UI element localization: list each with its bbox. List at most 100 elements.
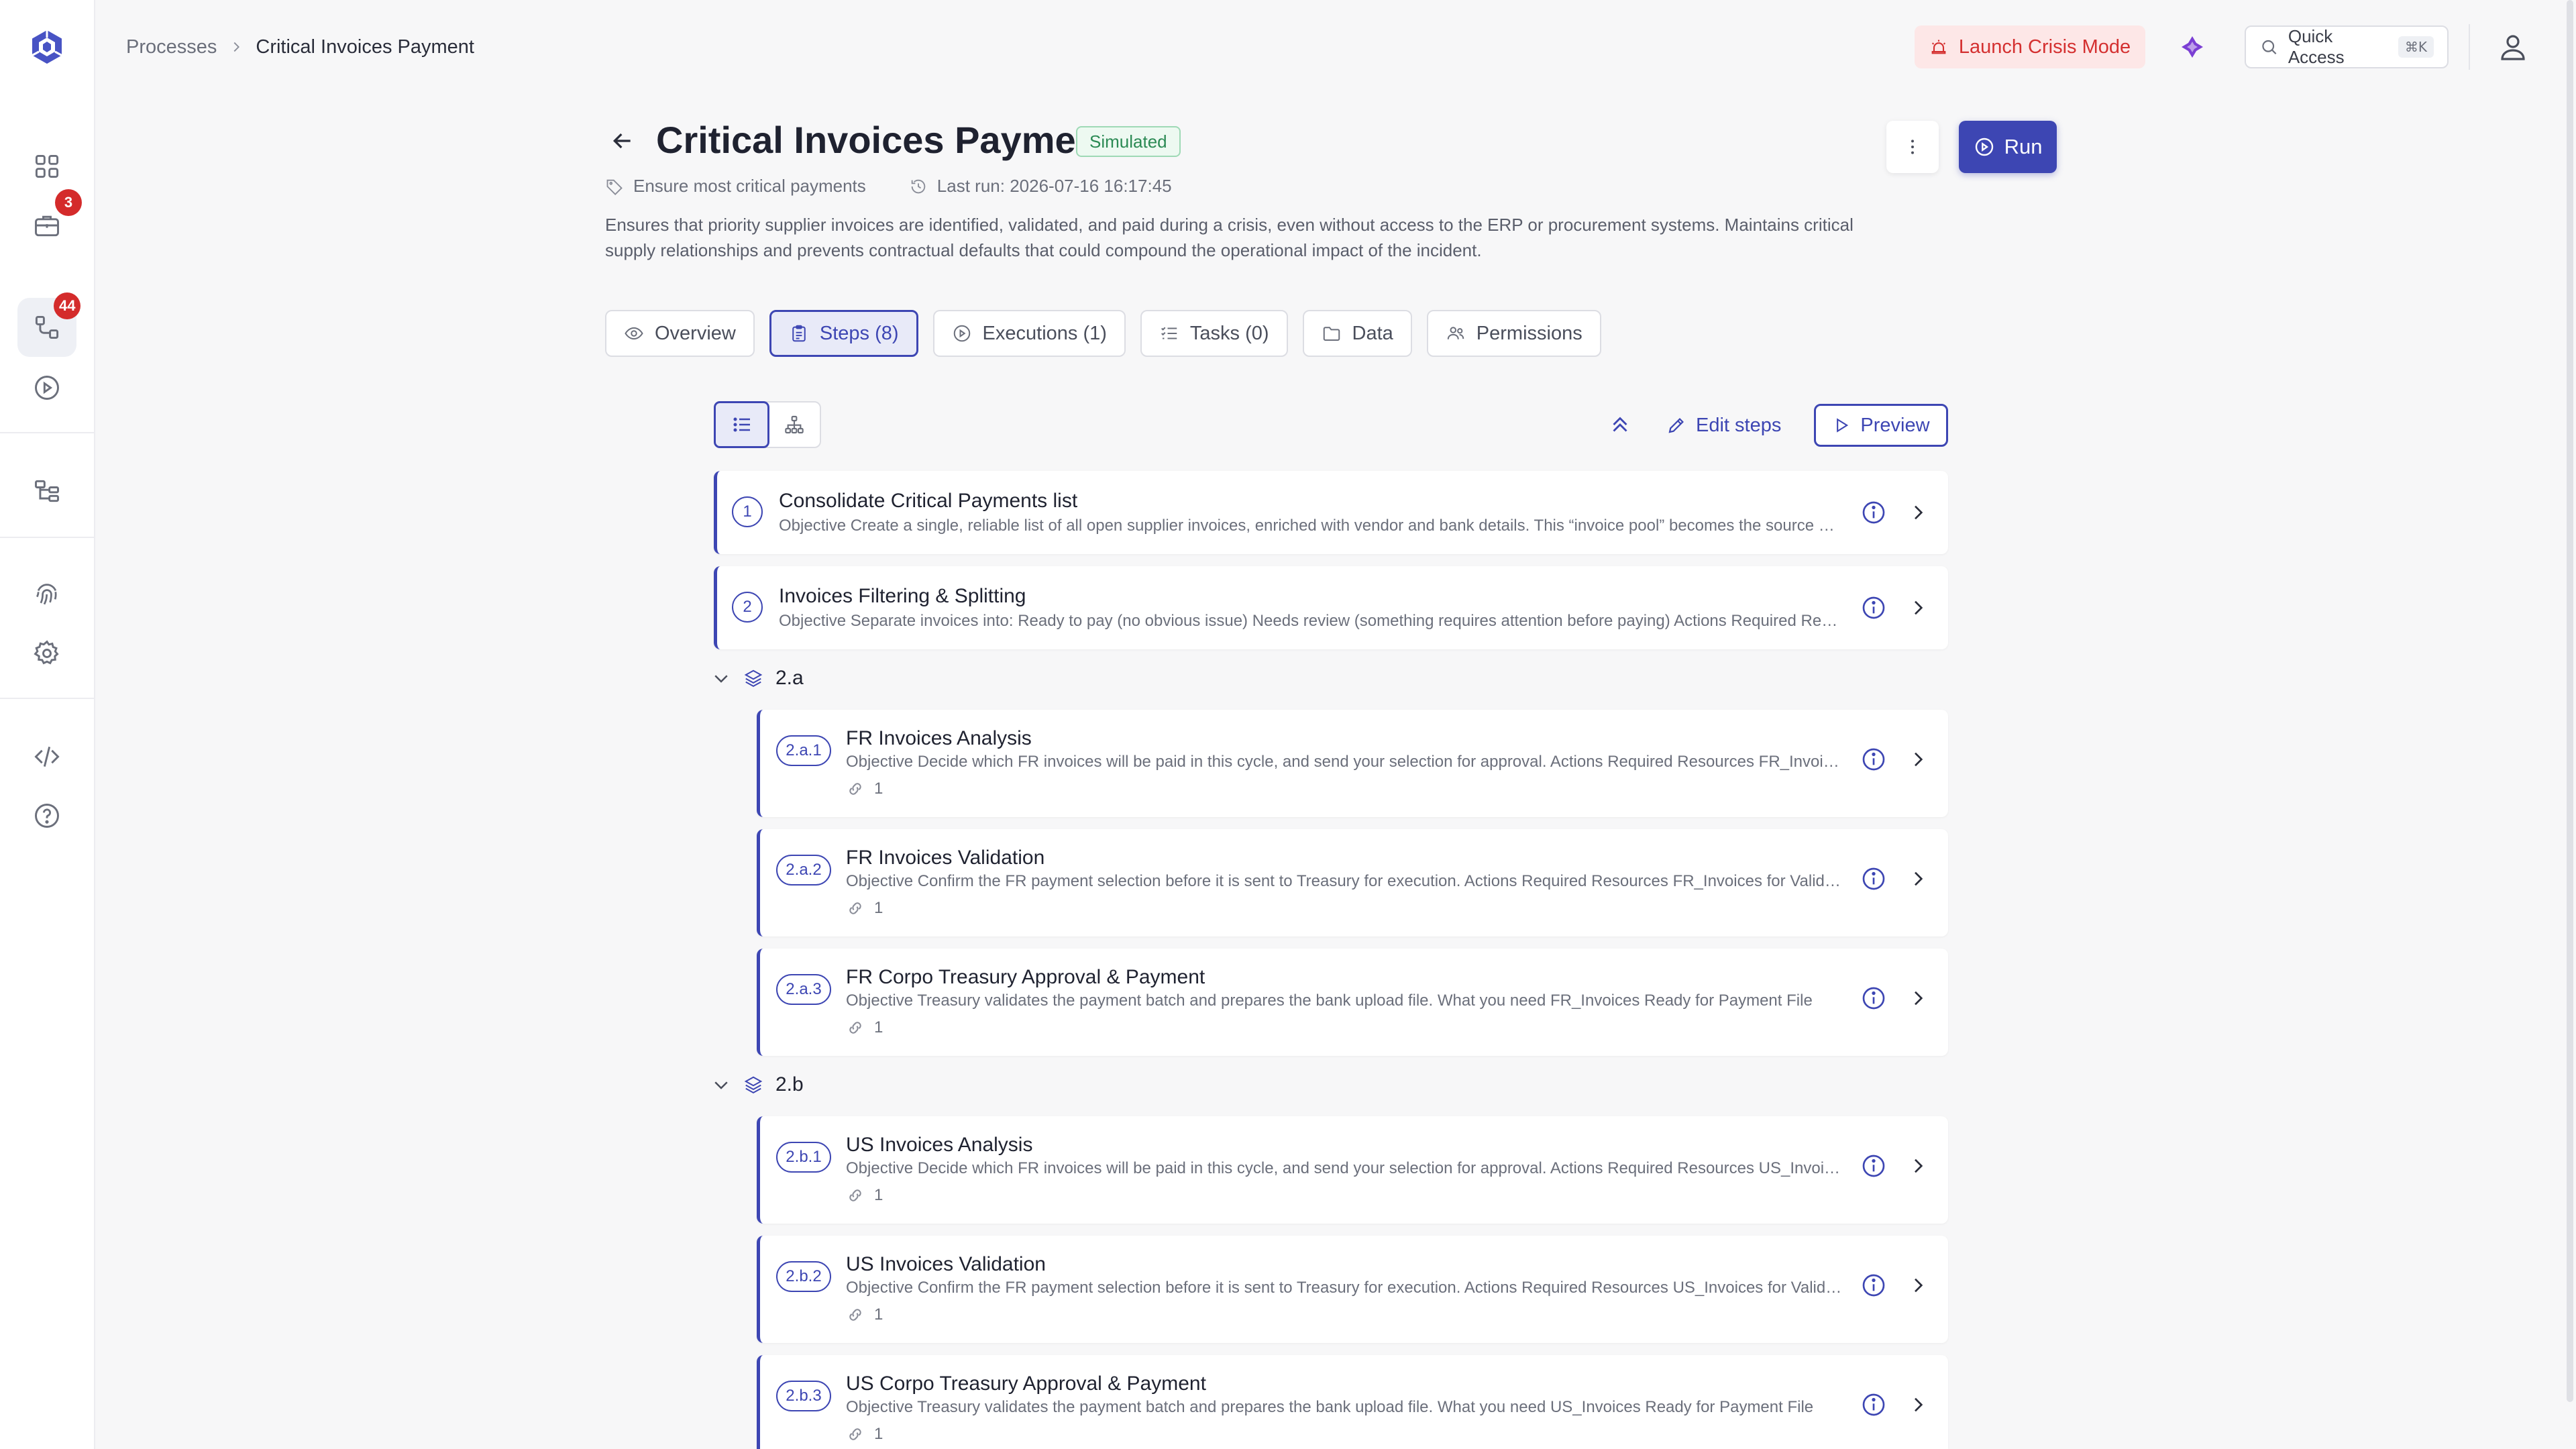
workflow-icon — [35, 315, 59, 339]
link-count: 1 — [874, 1425, 883, 1443]
step-card[interactable]: 2.a.2 FR Invoices Validation Objective C… — [757, 829, 1948, 936]
nav-dashboard[interactable] — [28, 148, 66, 185]
chevron-right-icon[interactable] — [1907, 1394, 1929, 1415]
last-run: Last run: 2026-07-16 16:17:45 — [936, 176, 1172, 196]
chevron-down-icon — [714, 675, 728, 683]
link-icon — [849, 902, 861, 914]
chevron-right-icon[interactable] — [1907, 1275, 1929, 1296]
info-icon[interactable] — [1860, 746, 1887, 773]
list-view-button[interactable] — [714, 401, 769, 448]
nav-fingerprint[interactable] — [28, 576, 66, 613]
info-icon[interactable] — [1860, 499, 1887, 526]
step-description: Objective Treasury validates the payment… — [846, 1398, 1814, 1416]
link-icon — [849, 1189, 861, 1201]
group-label: 2.b — [775, 1073, 804, 1095]
page-scrollbar[interactable] — [2567, 0, 2573, 1402]
chevron-right-icon[interactable] — [1907, 868, 1929, 890]
status-badge: Simulated — [1076, 126, 1181, 157]
quick-access-search[interactable]: Quick Access ⌘K — [2245, 25, 2449, 68]
nav-divider — [0, 537, 95, 538]
link-icon — [849, 1428, 861, 1440]
chevron-right-icon[interactable] — [1907, 597, 1929, 619]
collapse-all-icon[interactable] — [1607, 412, 1633, 437]
step-number: 2.a.3 — [776, 974, 831, 1005]
user-icon[interactable] — [2497, 31, 2529, 63]
nav-developer[interactable] — [28, 738, 66, 775]
step-description: Objective Confirm the FR payment selecti… — [846, 872, 1843, 890]
step-card[interactable]: 2.b.2 US Invoices Validation Objective C… — [757, 1236, 1948, 1343]
preview-button[interactable]: Preview — [1814, 404, 1948, 447]
run-button[interactable]: Run — [1959, 121, 2057, 173]
tab-tasks[interactable]: Tasks (0) — [1140, 310, 1288, 357]
step-description: Objective Decide which FR invoices will … — [846, 753, 1843, 771]
info-icon[interactable] — [1860, 594, 1887, 621]
link-icon — [849, 783, 861, 795]
tab-steps[interactable]: Steps (8) — [769, 310, 918, 357]
group-header[interactable]: 2.a — [711, 667, 804, 690]
code-icon — [34, 746, 60, 767]
chevron-right-icon[interactable] — [1907, 987, 1929, 1009]
tab-executions[interactable]: Executions (1) — [932, 310, 1126, 357]
step-card[interactable]: 1 Consolidate Critical Payments list Obj… — [714, 471, 1948, 554]
info-icon[interactable] — [1860, 865, 1887, 892]
step-number: 2 — [732, 592, 763, 623]
grid-icon — [35, 154, 59, 178]
info-icon[interactable] — [1860, 1152, 1887, 1179]
tab-overview[interactable]: Overview — [605, 310, 755, 357]
hierarchy-icon — [35, 480, 59, 502]
step-card[interactable]: 2.a.3 FR Corpo Treasury Approval & Payme… — [757, 949, 1948, 1056]
step-title: US Invoices Analysis — [846, 1134, 1033, 1156]
step-title: FR Corpo Treasury Approval & Payment — [846, 966, 1205, 988]
eye-icon — [625, 327, 643, 340]
chevron-right-icon[interactable] — [1907, 502, 1929, 523]
play-icon — [1837, 418, 1849, 433]
link-count: 1 — [874, 899, 883, 917]
link-icon — [849, 1309, 861, 1321]
ai-assistant-icon[interactable] — [2176, 31, 2208, 63]
back-arrow-icon[interactable] — [609, 127, 636, 154]
graph-view-button[interactable] — [768, 402, 820, 447]
alarm-icon — [1931, 40, 1946, 54]
launch-crisis-mode-button[interactable]: Launch Crisis Mode — [1915, 25, 2145, 68]
sidebar: 3 44 — [0, 0, 95, 1449]
nav-executions[interactable] — [28, 369, 66, 407]
info-icon[interactable] — [1860, 985, 1887, 1012]
chevron-right-icon[interactable] — [1907, 1155, 1929, 1177]
info-icon[interactable] — [1860, 1272, 1887, 1299]
step-card[interactable]: 2 Invoices Filtering & Splitting Objecti… — [714, 566, 1948, 649]
fingerprint-icon — [36, 584, 57, 605]
step-number: 1 — [732, 496, 763, 527]
step-description: Objective Confirm the FR payment selecti… — [846, 1279, 1843, 1297]
group-header[interactable]: 2.b — [711, 1073, 804, 1096]
tab-permissions[interactable]: Permissions — [1426, 310, 1601, 357]
gear-icon — [34, 640, 59, 665]
nav-hierarchy[interactable] — [28, 472, 66, 510]
clipboard-icon — [792, 325, 806, 342]
tab-data[interactable]: Data — [1302, 310, 1412, 357]
link-count: 1 — [874, 1186, 883, 1204]
page-title: Critical Invoices Payment — [656, 119, 1112, 161]
view-toggle — [714, 401, 821, 448]
process-tabs: Overview Steps (8) Executions (1) Tasks … — [605, 310, 1601, 357]
play-circle-icon — [953, 325, 970, 342]
edit-steps-label: Edit steps — [1696, 414, 1782, 436]
users-icon — [1447, 327, 1464, 339]
step-description: Objective Create a single, reliable list… — [779, 517, 1843, 535]
edit-steps-button[interactable]: Edit steps — [1666, 407, 1781, 444]
step-links: 1 — [846, 1018, 883, 1037]
step-card[interactable]: 2.a.1 FR Invoices Analysis Objective Dec… — [757, 710, 1948, 817]
tab-label: Overview — [655, 322, 736, 344]
tab-label: Tasks (0) — [1189, 322, 1269, 344]
app-logo[interactable] — [28, 28, 66, 66]
breadcrumb-processes[interactable]: Processes — [126, 36, 217, 58]
step-description: Objective Treasury validates the payment… — [846, 991, 1813, 1010]
nav-settings[interactable] — [28, 635, 66, 672]
more-vertical-icon — [1911, 140, 1914, 154]
nav-badge-processes: 44 — [54, 292, 81, 319]
nav-help[interactable] — [28, 797, 66, 835]
info-icon[interactable] — [1860, 1391, 1887, 1418]
step-card[interactable]: 2.b.3 US Corpo Treasury Approval & Payme… — [757, 1355, 1948, 1449]
chevron-right-icon[interactable] — [1907, 749, 1929, 770]
more-options-button[interactable] — [1886, 121, 1939, 173]
step-card[interactable]: 2.b.1 US Invoices Analysis Objective Dec… — [757, 1116, 1948, 1224]
